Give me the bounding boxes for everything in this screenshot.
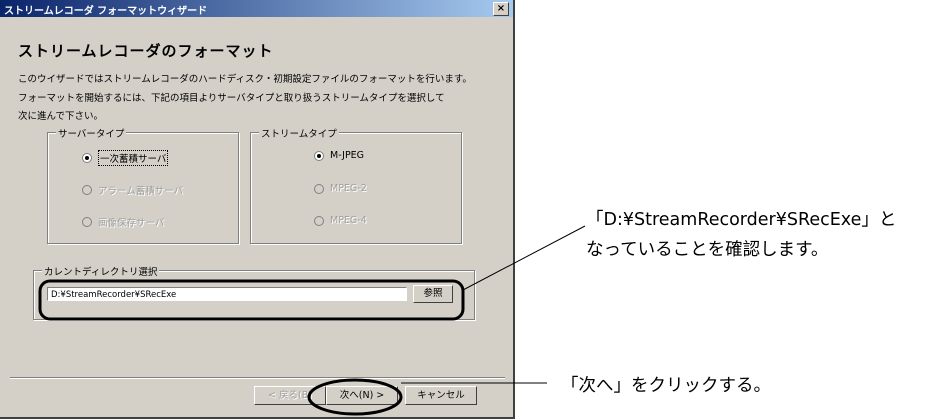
annotation-dir-line-2: なっていることを確認します。 <box>586 240 829 260</box>
annotation-dir-line-1: 「D:¥StreamRecorder¥SRecExe」と <box>586 210 897 230</box>
highlight-dir-box <box>38 279 465 321</box>
highlight-next-ellipse <box>307 378 403 416</box>
annotation-next: 「次へ」をクリックする。 <box>561 376 771 396</box>
callout-line-dir <box>462 225 586 291</box>
